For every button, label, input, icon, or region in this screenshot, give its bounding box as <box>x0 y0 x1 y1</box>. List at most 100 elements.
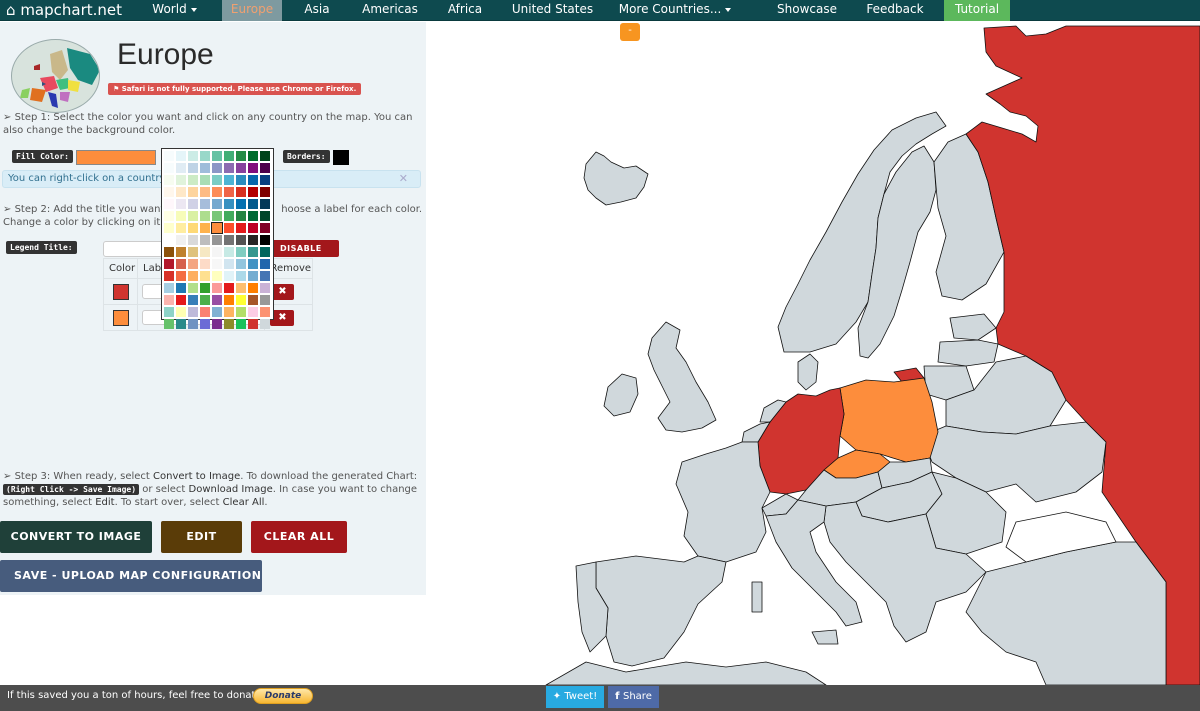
palette-swatch[interactable] <box>188 199 198 209</box>
nav-united-states[interactable]: United States <box>505 0 600 21</box>
zoom-out-button[interactable]: - <box>620 23 640 41</box>
palette-swatch[interactable] <box>260 175 270 185</box>
palette-swatch[interactable] <box>212 187 222 197</box>
palette-swatch[interactable] <box>176 235 186 245</box>
palette-swatch[interactable] <box>176 175 186 185</box>
palette-swatch[interactable] <box>260 271 270 281</box>
country-turkey[interactable] <box>965 541 1167 685</box>
country-north-africa[interactable] <box>545 661 827 685</box>
palette-swatch[interactable] <box>236 307 246 317</box>
palette-swatch[interactable] <box>212 199 222 209</box>
palette-swatch[interactable] <box>260 259 270 269</box>
palette-swatch[interactable] <box>248 223 258 233</box>
country-estonia[interactable] <box>949 313 997 341</box>
palette-swatch[interactable] <box>188 295 198 305</box>
palette-swatch[interactable] <box>164 235 174 245</box>
palette-swatch[interactable] <box>212 163 222 173</box>
palette-swatch[interactable] <box>200 307 210 317</box>
palette-swatch[interactable] <box>248 283 258 293</box>
palette-swatch[interactable] <box>188 271 198 281</box>
palette-swatch[interactable] <box>164 319 174 329</box>
palette-swatch[interactable] <box>236 223 246 233</box>
palette-swatch[interactable] <box>212 271 222 281</box>
convert-to-image-button[interactable]: CONVERT TO IMAGE <box>0 521 152 553</box>
palette-swatch[interactable] <box>176 187 186 197</box>
palette-swatch[interactable] <box>224 187 234 197</box>
palette-swatch[interactable] <box>176 259 186 269</box>
palette-swatch[interactable] <box>260 211 270 221</box>
palette-swatch[interactable] <box>236 151 246 161</box>
palette-swatch[interactable] <box>164 271 174 281</box>
palette-swatch[interactable] <box>212 295 222 305</box>
palette-swatch[interactable] <box>212 175 222 185</box>
country-denmark[interactable] <box>797 353 819 391</box>
palette-swatch[interactable] <box>260 247 270 257</box>
save-upload-config-button[interactable]: SAVE - UPLOAD MAP CONFIGURATION <box>0 560 262 592</box>
palette-swatch[interactable] <box>164 175 174 185</box>
country-ireland[interactable] <box>603 373 639 417</box>
palette-swatch[interactable] <box>164 151 174 161</box>
palette-swatch[interactable] <box>200 295 210 305</box>
palette-swatch[interactable] <box>212 211 222 221</box>
country-sardinia[interactable] <box>751 581 763 613</box>
palette-swatch[interactable] <box>211 222 223 234</box>
palette-swatch[interactable] <box>260 295 270 305</box>
nav-feedback[interactable]: Feedback <box>860 0 930 21</box>
palette-swatch[interactable] <box>200 319 210 329</box>
palette-swatch[interactable] <box>260 187 270 197</box>
palette-swatch[interactable] <box>260 163 270 173</box>
palette-swatch[interactable] <box>200 199 210 209</box>
palette-swatch[interactable] <box>176 283 186 293</box>
disable-legend-button[interactable]: DISABLE <box>272 240 339 257</box>
palette-swatch[interactable] <box>248 271 258 281</box>
country-united-kingdom[interactable] <box>647 321 717 433</box>
palette-swatch[interactable] <box>248 295 258 305</box>
palette-swatch[interactable] <box>212 151 222 161</box>
country-iceland[interactable] <box>583 151 649 206</box>
palette-swatch[interactable] <box>176 151 186 161</box>
palette-swatch[interactable] <box>200 271 210 281</box>
palette-swatch[interactable] <box>224 259 234 269</box>
palette-swatch[interactable] <box>224 235 234 245</box>
palette-swatch[interactable] <box>164 211 174 221</box>
clear-all-button[interactable]: CLEAR ALL <box>251 521 347 553</box>
palette-swatch[interactable] <box>212 319 222 329</box>
palette-swatch[interactable] <box>212 259 222 269</box>
nav-europe[interactable]: Europe <box>222 0 282 21</box>
nav-world[interactable]: World <box>142 0 207 21</box>
share-button[interactable]: f Share <box>608 686 659 708</box>
palette-swatch[interactable] <box>248 163 258 173</box>
palette-swatch[interactable] <box>200 151 210 161</box>
palette-swatch[interactable] <box>224 295 234 305</box>
palette-swatch[interactable] <box>248 307 258 317</box>
nav-americas[interactable]: Americas <box>355 0 425 21</box>
donate-button[interactable]: Donate <box>253 688 313 704</box>
palette-swatch[interactable] <box>200 211 210 221</box>
palette-swatch[interactable] <box>212 247 222 257</box>
palette-swatch[interactable] <box>164 247 174 257</box>
tweet-button[interactable]: ✦ Tweet! <box>546 686 604 708</box>
palette-swatch[interactable] <box>176 211 186 221</box>
palette-swatch[interactable] <box>224 223 234 233</box>
nav-more-countries[interactable]: More Countries... <box>615 0 735 21</box>
palette-swatch[interactable] <box>248 259 258 269</box>
palette-swatch[interactable] <box>236 295 246 305</box>
palette-swatch[interactable] <box>224 211 234 221</box>
palette-swatch[interactable] <box>164 187 174 197</box>
remove-legend-button[interactable]: ✖ <box>270 283 295 300</box>
palette-swatch[interactable] <box>188 259 198 269</box>
palette-swatch[interactable] <box>164 163 174 173</box>
nav-tutorial[interactable]: Tutorial <box>944 0 1010 21</box>
palette-swatch[interactable] <box>176 307 186 317</box>
legend-color-swatch[interactable] <box>112 283 129 300</box>
palette-swatch[interactable] <box>248 187 258 197</box>
palette-swatch[interactable] <box>260 151 270 161</box>
edit-button[interactable]: EDIT <box>161 521 242 553</box>
palette-swatch[interactable] <box>212 283 222 293</box>
country-latvia[interactable] <box>937 339 999 367</box>
palette-swatch[interactable] <box>236 199 246 209</box>
nav-africa[interactable]: Africa <box>440 0 490 21</box>
palette-swatch[interactable] <box>188 283 198 293</box>
palette-swatch[interactable] <box>248 235 258 245</box>
nav-showcase[interactable]: Showcase <box>772 0 842 21</box>
